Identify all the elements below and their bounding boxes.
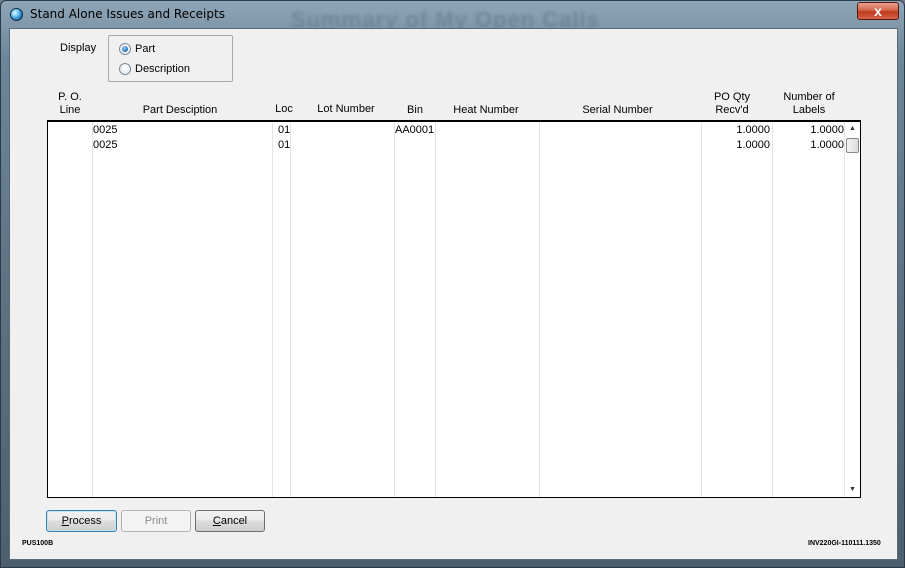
display-label: Display: [60, 42, 97, 54]
column-header-po-line-2: Line: [59, 104, 81, 116]
cell-labels[interactable]: 1.0000: [773, 138, 844, 152]
cancel-button[interactable]: Cancel: [195, 510, 265, 532]
cancel-button-label: ancel: [220, 515, 248, 527]
process-button-label: rocess: [68, 515, 102, 527]
cell-bin[interactable]: AA0001: [395, 123, 434, 137]
radio-label-description: Description: [135, 63, 191, 75]
column-header-heat-number[interactable]: Heat Number: [446, 104, 526, 117]
column-divider: [435, 122, 436, 497]
receipts-grid[interactable]: 0025 01 AA0001 1.0000 1.0000 0025 01 1.0…: [47, 120, 861, 498]
cell-labels[interactable]: 1.0000: [773, 123, 844, 137]
globe-icon: [10, 8, 23, 21]
arrow-up-icon[interactable]: ▲: [845, 122, 860, 136]
close-button[interactable]: x: [857, 2, 899, 20]
arrow-down-icon[interactable]: ▼: [845, 483, 860, 497]
vertical-scrollbar[interactable]: ▲ ▼: [844, 122, 860, 497]
column-divider: [701, 122, 702, 497]
column-divider: [539, 122, 540, 497]
process-button[interactable]: Process: [46, 510, 117, 532]
radio-label-part: Part: [135, 43, 156, 55]
cell-loc[interactable]: 01: [278, 138, 290, 152]
column-divider: [290, 122, 291, 497]
column-header-part-description[interactable]: Part Desciption: [120, 104, 240, 117]
dialog-window: Stand Alone Issues and Receipts Summary …: [0, 0, 905, 568]
column-header-po-line-1: P. O.: [58, 91, 82, 103]
column-header-po-line[interactable]: P. O. Line: [50, 91, 90, 117]
version-label: INV220GI-110111.1350: [808, 540, 881, 547]
radio-unchecked-icon[interactable]: [119, 63, 131, 75]
column-header-labels-2: Labels: [792, 104, 826, 116]
column-divider: [92, 122, 93, 497]
window-title: Stand Alone Issues and Receipts: [30, 7, 225, 21]
column-header-po-qty[interactable]: PO Qty Recv'd: [702, 91, 762, 117]
column-header-labels-1: Number of: [783, 91, 835, 103]
title-bar[interactable]: Stand Alone Issues and Receipts Summary …: [1, 1, 904, 32]
column-header-po-qty-2: Recv'd: [715, 104, 749, 116]
column-divider: [772, 122, 773, 497]
close-icon: x: [874, 3, 882, 19]
print-button[interactable]: Print: [121, 510, 191, 532]
column-header-lot-number[interactable]: Lot Number: [306, 103, 386, 116]
radio-option-description[interactable]: Description: [119, 61, 190, 77]
cell-part[interactable]: 0025: [93, 138, 117, 152]
column-divider: [394, 122, 395, 497]
radio-option-part[interactable]: Part: [119, 41, 155, 57]
dialog-client-area: Display Part Description P. O. Line Part…: [9, 28, 898, 560]
column-header-labels[interactable]: Number of Labels: [774, 91, 844, 117]
cell-part[interactable]: 0025: [93, 123, 117, 137]
column-header-po-qty-1: PO Qty: [713, 91, 751, 103]
column-divider: [272, 122, 273, 497]
program-id-label: PUS100B: [22, 540, 54, 547]
column-header-bin[interactable]: Bin: [400, 104, 430, 117]
display-option-group: Part Description: [108, 35, 233, 82]
column-header-serial-number[interactable]: Serial Number: [570, 104, 665, 117]
cancel-button-mnemonic: C: [212, 515, 221, 527]
column-header-loc[interactable]: Loc: [268, 103, 300, 116]
radio-checked-icon[interactable]: [119, 43, 131, 55]
scrollbar-thumb[interactable]: [846, 138, 859, 153]
print-button-label: Print: [144, 515, 168, 527]
cell-po-qty[interactable]: 1.0000: [702, 123, 770, 137]
cell-po-qty[interactable]: 1.0000: [702, 138, 770, 152]
cell-loc[interactable]: 01: [278, 123, 290, 137]
process-button-mnemonic: P: [61, 515, 69, 527]
